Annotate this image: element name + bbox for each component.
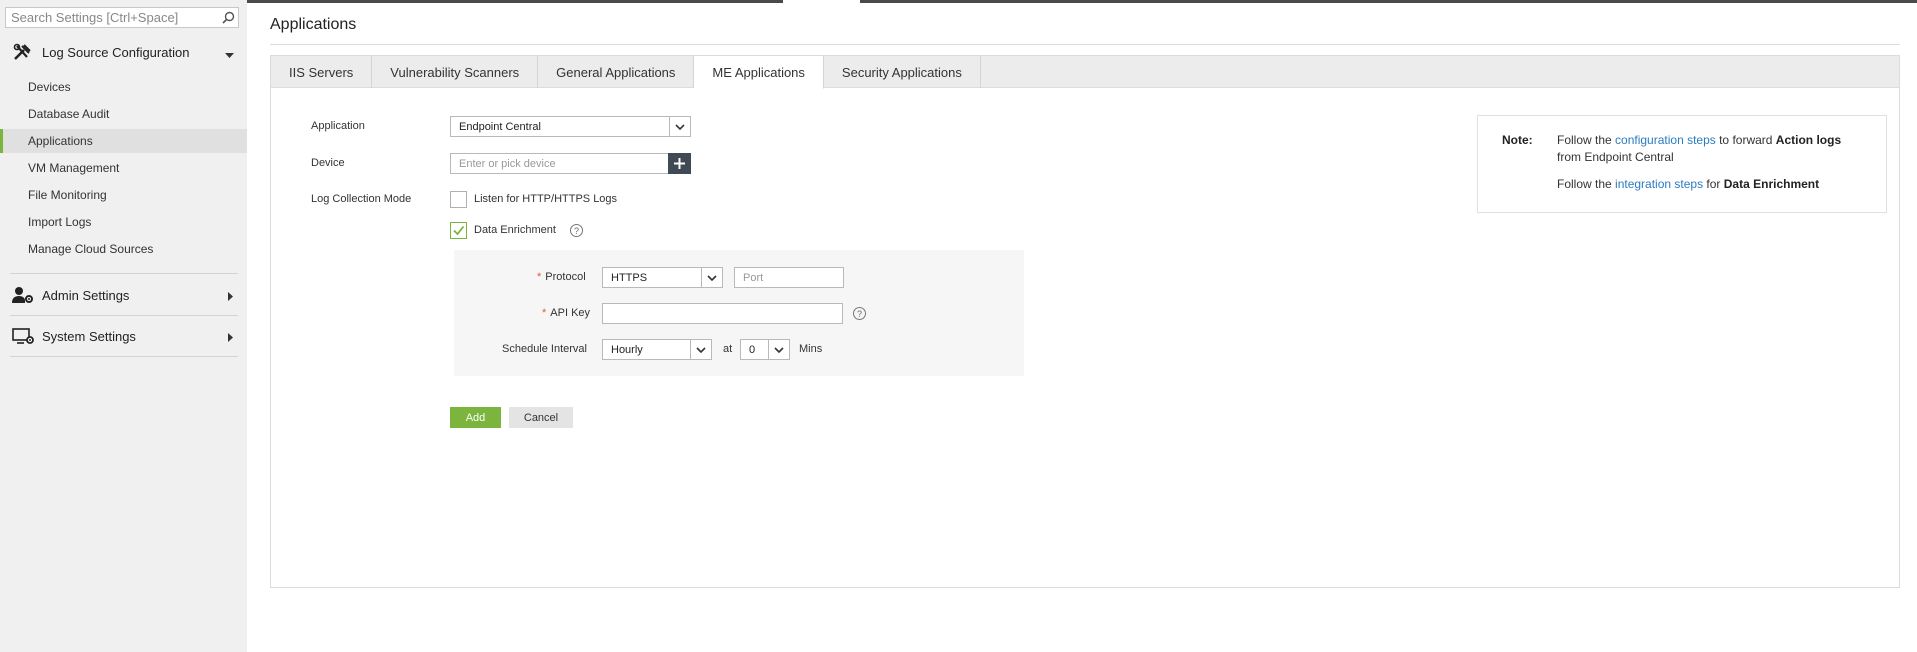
sidebar-item-devices[interactable]: Devices — [0, 75, 247, 99]
tab-security-applications[interactable]: Security Applications — [824, 56, 981, 88]
application-label: Application — [311, 120, 365, 132]
sidebar-item-label: VM Management — [28, 161, 120, 175]
add-button[interactable]: Add — [450, 407, 501, 428]
listen-http-label: Listen for HTTP/HTTPS Logs — [474, 193, 618, 205]
sidebar-item-vm-management[interactable]: VM Management — [0, 156, 247, 180]
help-icon[interactable]: ? — [570, 224, 583, 237]
note-text: to forward — [1715, 133, 1776, 147]
configuration-steps-link[interactable]: configuration steps — [1615, 133, 1716, 147]
search-input[interactable] — [6, 8, 218, 27]
minute-select[interactable]: 0 — [740, 339, 790, 360]
note-text: for — [1703, 177, 1724, 191]
log-source-configuration-title: Log Source Configuration — [42, 44, 190, 60]
chevron-down-icon[interactable] — [225, 48, 234, 62]
api-key-label: * API Key — [542, 307, 590, 319]
sidebar-item-label: Manage Cloud Sources — [28, 242, 154, 256]
applications-panel: IIS Servers Vulnerability Scanners Gener… — [270, 55, 1900, 588]
required-mark: * — [542, 307, 547, 319]
log-collection-mode-label: Log Collection Mode — [311, 193, 412, 205]
note-title: Note: — [1502, 133, 1533, 147]
application-tabs: IIS Servers Vulnerability Scanners Gener… — [271, 56, 1899, 89]
settings-search[interactable] — [5, 7, 239, 28]
data-enrichment-label: Data Enrichment — [474, 224, 556, 236]
add-device-button[interactable] — [668, 153, 691, 174]
title-divider — [270, 44, 1900, 45]
system-settings-header[interactable]: System Settings — [0, 322, 247, 350]
sidebar-item-label: Import Logs — [28, 215, 92, 229]
chevron-down-icon[interactable] — [690, 340, 711, 359]
note-line-configuration: Follow the configuration steps to forwar… — [1557, 132, 1877, 166]
top-accent-bar-right — [860, 0, 1917, 3]
sidebar-item-file-monitoring[interactable]: File Monitoring — [0, 183, 247, 207]
note-text: from Endpoint Central — [1557, 150, 1674, 164]
tab-vulnerability-scanners[interactable]: Vulnerability Scanners — [372, 56, 539, 88]
monitor-gear-icon — [12, 327, 34, 345]
schedule-interval-label: Schedule Interval — [502, 343, 587, 355]
minute-select-value: 0 — [749, 343, 756, 356]
settings-sidebar: Log Source Configuration Devices Databas… — [0, 0, 247, 652]
note-bold-text: Data Enrichment — [1723, 177, 1820, 191]
device-label: Device — [311, 157, 345, 169]
api-key-input[interactable] — [602, 303, 843, 324]
system-settings-title: System Settings — [42, 328, 136, 344]
sidebar-item-database-audit[interactable]: Database Audit — [0, 102, 247, 126]
tools-icon — [12, 43, 34, 61]
application-select[interactable]: Endpoint Central — [450, 116, 691, 137]
sidebar-divider — [10, 315, 238, 316]
sidebar-item-label: Applications — [28, 134, 93, 148]
sidebar-item-label: File Monitoring — [28, 188, 107, 202]
chevron-down-icon[interactable] — [768, 340, 789, 359]
search-icon[interactable] — [218, 8, 238, 27]
page-title: Applications — [270, 16, 357, 33]
plus-icon — [674, 158, 685, 169]
note-line-integration: Follow the integration steps for Data En… — [1557, 176, 1877, 193]
cancel-button[interactable]: Cancel — [509, 407, 573, 428]
sidebar-item-applications[interactable]: Applications — [0, 129, 247, 153]
tab-general-applications[interactable]: General Applications — [538, 56, 695, 88]
note-text: Follow the — [1557, 133, 1616, 147]
at-label: at — [723, 343, 733, 355]
admin-settings-title: Admin Settings — [42, 287, 130, 303]
admin-settings-header[interactable]: Admin Settings — [0, 281, 247, 309]
tab-iis-servers[interactable]: IIS Servers — [271, 56, 373, 88]
note-box: Note: Follow the configuration steps to … — [1477, 115, 1887, 213]
sidebar-item-label: Devices — [28, 80, 71, 94]
check-icon — [453, 225, 465, 236]
note-text: Follow the — [1557, 177, 1616, 191]
schedule-interval-value: Hourly — [611, 343, 643, 356]
sidebar-item-manage-cloud-sources[interactable]: Manage Cloud Sources — [0, 237, 247, 261]
admin-user-gear-icon — [12, 286, 34, 304]
caret-right-icon[interactable] — [228, 331, 234, 345]
caret-right-icon[interactable] — [228, 290, 234, 304]
port-input[interactable]: Port — [734, 267, 844, 288]
device-input[interactable]: Enter or pick device — [450, 153, 669, 174]
schedule-interval-select[interactable]: Hourly — [602, 339, 712, 360]
listen-http-checkbox[interactable] — [450, 191, 467, 208]
data-enrichment-checkbox[interactable] — [450, 222, 467, 239]
protocol-select[interactable]: HTTPS — [602, 267, 723, 288]
device-input-placeholder: Enter or pick device — [459, 157, 556, 170]
sidebar-divider — [10, 273, 238, 274]
log-source-configuration-header[interactable]: Log Source Configuration — [0, 38, 247, 66]
protocol-select-value: HTTPS — [611, 271, 648, 284]
application-select-value: Endpoint Central — [459, 120, 541, 133]
chevron-down-icon[interactable] — [669, 117, 690, 136]
note-bold-text: Action logs — [1775, 133, 1842, 147]
chevron-down-icon[interactable] — [701, 268, 722, 287]
sidebar-item-import-logs[interactable]: Import Logs — [0, 210, 247, 234]
protocol-label: * Protocol — [537, 271, 586, 283]
port-input-placeholder: Port — [743, 271, 764, 284]
api-key-label-text: API Key — [550, 307, 591, 319]
sidebar-divider — [10, 356, 238, 357]
mins-label: Mins — [799, 343, 823, 355]
sidebar-item-label: Database Audit — [28, 107, 110, 121]
tab-me-applications[interactable]: ME Applications — [694, 56, 824, 89]
integration-steps-link[interactable]: integration steps — [1615, 177, 1703, 191]
required-mark: * — [537, 271, 542, 283]
help-icon[interactable]: ? — [853, 307, 866, 320]
protocol-label-text: Protocol — [545, 271, 586, 283]
